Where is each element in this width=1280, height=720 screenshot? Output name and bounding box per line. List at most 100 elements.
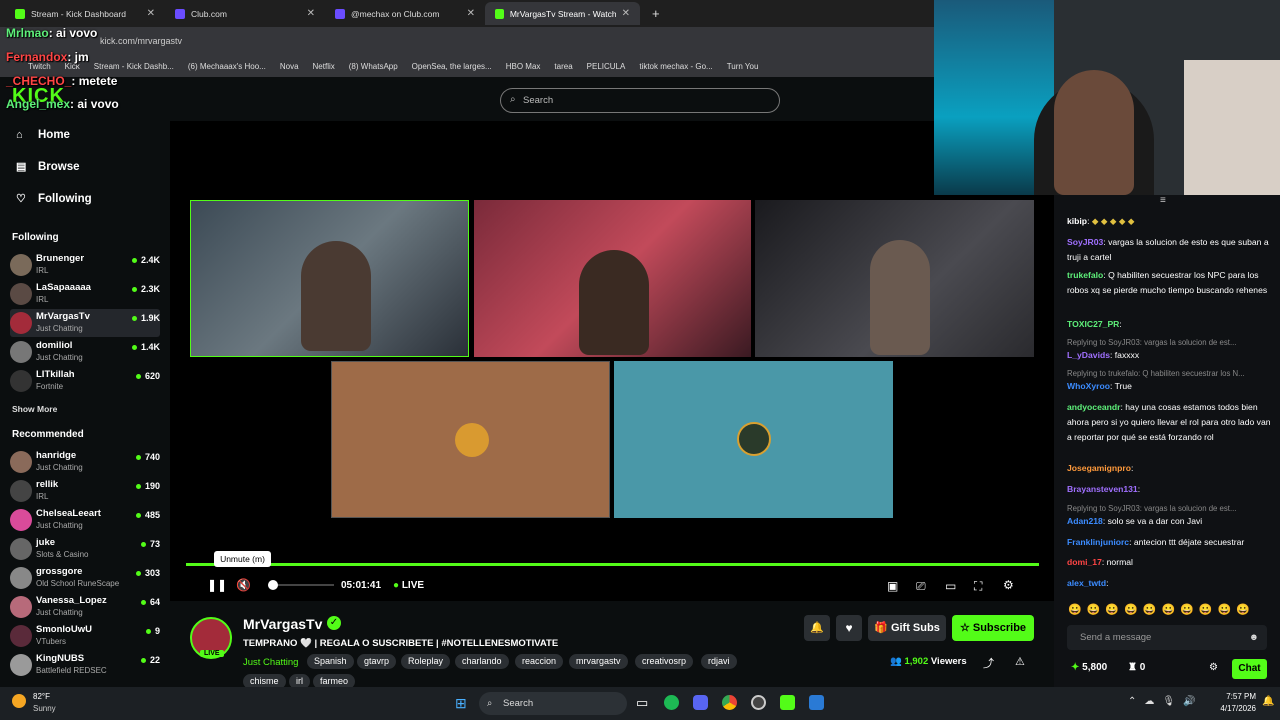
chat-username[interactable]: Josegamignpro	[1067, 463, 1131, 473]
system-tray[interactable]: ⌃☁🎙🔊	[1128, 696, 1204, 707]
chat-username[interactable]: L_yDavids	[1067, 350, 1110, 360]
recommended-channel[interactable]: Vanessa_Lopez Just Chatting 64	[10, 593, 160, 621]
recommended-channel[interactable]: SmonloUwU VTubers 9	[10, 622, 160, 650]
chat-username[interactable]: kibip	[1067, 216, 1087, 226]
miniplayer-button[interactable]: ▣	[887, 579, 898, 593]
bookmark-item[interactable]: (8) WhatsApp	[349, 62, 398, 71]
following-channel-selected[interactable]: MrVargasTv Just Chatting 1.9K	[10, 309, 160, 337]
fullscreen-button[interactable]: ⛶	[974, 579, 982, 594]
chat-username[interactable]: andyoceandr	[1067, 402, 1121, 412]
url-field[interactable]: kick.com/mrvargastv	[100, 36, 182, 46]
recommended-channel[interactable]: hanridge Just Chatting 740	[10, 448, 160, 476]
discord-icon[interactable]	[693, 695, 708, 710]
reply-context[interactable]: Replying to SoyJR03: vargas la solucion …	[1067, 338, 1236, 347]
bookmark-item[interactable]: HBO Max	[506, 62, 541, 71]
following-channel[interactable]: domiliol Just Chatting 1.4K	[10, 338, 160, 366]
mute-button[interactable]: 🔇	[236, 578, 251, 592]
browser-tab[interactable]: Club.com ✕	[165, 2, 325, 25]
chat-username[interactable]: domi_17	[1067, 557, 1102, 567]
chrome-icon[interactable]	[722, 695, 737, 710]
subscribe-button[interactable]: ☆ Subscribe	[952, 615, 1034, 641]
close-icon[interactable]: ✕	[622, 8, 630, 19]
bookmark-item[interactable]: Turn You	[727, 62, 759, 71]
chat-username[interactable]: Brayansteven131	[1067, 484, 1138, 494]
bookmark-item[interactable]: PELICULA	[587, 62, 626, 71]
theater-mode-button[interactable]: ▭	[945, 579, 956, 593]
chat-username[interactable]: WhoXyroo	[1067, 381, 1110, 391]
bookmark-item[interactable]: Netflix	[313, 62, 335, 71]
clip-button[interactable]: ⎚	[916, 579, 926, 594]
bookmark-item[interactable]: tarea	[554, 62, 572, 71]
volume-slider[interactable]	[268, 580, 334, 590]
gift-subs-button[interactable]: 🎁 Gift Subs	[868, 615, 946, 641]
search-input[interactable]: ⌕ Search	[500, 88, 780, 113]
clock-time[interactable]: 7:57 PM	[1208, 692, 1256, 701]
channel-points[interactable]: ✦ 5,800	[1071, 662, 1107, 673]
recommended-channel[interactable]: grossgore Old School RuneScape 303	[10, 564, 160, 592]
spotify-icon[interactable]	[664, 695, 679, 710]
task-view-icon[interactable]: ▭	[636, 695, 648, 711]
share-button[interactable]: ⤴	[983, 655, 994, 671]
pause-button[interactable]: ❚❚	[207, 578, 227, 592]
volume-handle[interactable]	[268, 580, 278, 590]
app-icon[interactable]	[809, 695, 824, 710]
chat-username[interactable]: alex_twtd	[1067, 578, 1106, 588]
emoji-icon[interactable]: ☻	[1249, 625, 1259, 650]
following-channel[interactable]: LITkillah Fortnite 620	[10, 367, 160, 395]
show-more-link[interactable]: Show More	[12, 404, 57, 414]
chat-send-button[interactable]: Chat	[1232, 659, 1267, 679]
notification-bell-icon[interactable]: 🔔	[1262, 696, 1274, 707]
recommended-channel[interactable]: ChelseaLeeart Just Chatting 485	[10, 506, 160, 534]
channel-name[interactable]: MrVargasTv	[243, 616, 322, 632]
chat-username[interactable]: SoyJR03	[1067, 237, 1103, 247]
progress-bar[interactable]	[186, 563, 1039, 566]
tag-pill[interactable]: Roleplay	[401, 654, 451, 669]
recommended-channel[interactable]: juke Slots & Casino 73	[10, 535, 160, 563]
bookmark-item[interactable]: tiktok mechax - Go...	[639, 62, 712, 71]
tag-pill[interactable]: creativosrp	[635, 654, 694, 669]
following-channel[interactable]: Brunenger IRL 2.4K	[10, 251, 160, 279]
recommended-channel[interactable]: KingNUBS Battlefield REDSEC 22	[10, 651, 160, 679]
nav-home[interactable]: ⌂ Home	[16, 129, 70, 141]
tag-pill[interactable]: rdjavi	[701, 654, 737, 669]
browser-tab[interactable]: @mechax on Club.com ✕	[325, 2, 485, 25]
video-player[interactable]	[170, 121, 1054, 601]
windows-start-icon[interactable]: ⊞	[455, 695, 467, 712]
bookmark-item[interactable]: (6) Mechaaax's Hoo...	[188, 62, 266, 71]
recommended-channel[interactable]: rellik IRL 190	[10, 477, 160, 505]
following-channel[interactable]: LaSapaaaaa IRL 2.3K	[10, 280, 160, 308]
tag-pill[interactable]: mrvargastv	[569, 654, 628, 669]
reply-context[interactable]: Replying to trukefalo: Q habiliten secue…	[1067, 369, 1245, 378]
chat-username[interactable]: TOXIC27_PR	[1067, 319, 1119, 329]
close-icon[interactable]: ✕	[467, 8, 475, 19]
chat-settings-button[interactable]: ⚙	[1209, 662, 1218, 673]
nav-browse[interactable]: ▤ Browse	[16, 161, 80, 173]
reply-context[interactable]: Replying to SoyJR03: vargas la solucion …	[1067, 504, 1236, 513]
weather-temp[interactable]: 82°F	[33, 692, 50, 701]
notification-button[interactable]: 🔔	[804, 615, 830, 641]
kick-app-icon[interactable]	[780, 695, 795, 710]
nav-following[interactable]: ♡ Following	[16, 193, 92, 205]
tag-pill[interactable]: gtavrp	[357, 654, 397, 669]
tag-pill[interactable]: Spanish	[307, 654, 354, 669]
close-icon[interactable]: ✕	[147, 8, 155, 19]
bookmark-item[interactable]: Stream - Kick Dashb...	[94, 62, 174, 71]
follow-button[interactable]: ♥	[836, 615, 862, 641]
tag-pill[interactable]: reaccion	[515, 654, 564, 669]
category-link[interactable]: Just Chatting	[243, 657, 298, 668]
bookmark-item[interactable]: OpenSea, the larges...	[412, 62, 492, 71]
report-button[interactable]: ⚠	[1015, 655, 1025, 668]
leaderboard[interactable]: ♜ 0	[1128, 662, 1145, 673]
new-tab-button[interactable]: +	[642, 2, 670, 25]
taskbar-search[interactable]: ⌕ Search	[479, 692, 627, 715]
bookmark-item[interactable]: Nova	[280, 62, 299, 71]
chat-input[interactable]: Send a message ☻	[1067, 625, 1267, 650]
browser-tab[interactable]: Stream - Kick Dashboard ✕	[5, 2, 165, 25]
tag-pill[interactable]: charlando	[455, 654, 509, 669]
emote-bar[interactable]: 😀😀😀😀😀😀😀😀😀😀	[1068, 603, 1255, 616]
settings-button[interactable]: ⚙	[1003, 578, 1014, 592]
chat-username[interactable]: Adan218	[1067, 516, 1103, 526]
chat-menu-icon[interactable]: ≡	[1160, 195, 1166, 206]
browser-tab-active[interactable]: MrVargasTv Stream - Watch Liv ✕	[485, 2, 640, 25]
close-icon[interactable]: ✕	[307, 8, 315, 19]
